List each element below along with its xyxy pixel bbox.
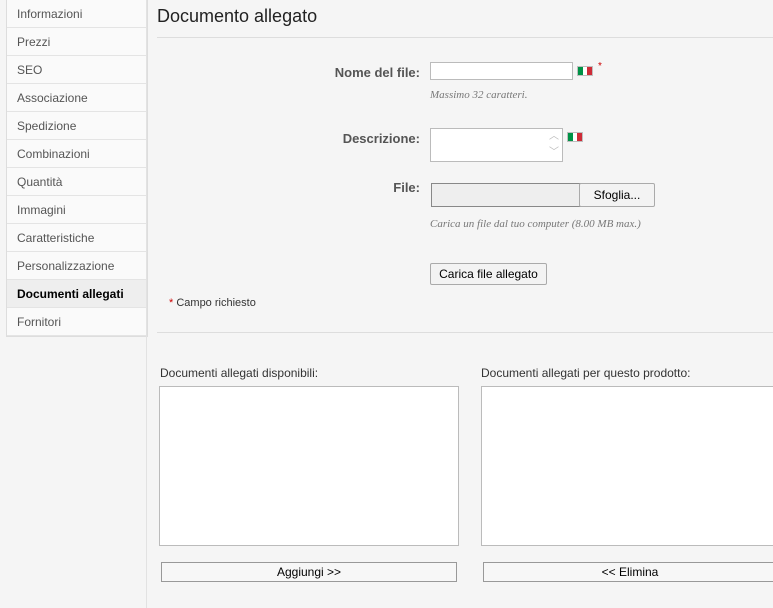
- description-textarea[interactable]: ︿ ﹀: [430, 128, 563, 162]
- sidebar-item-quantita[interactable]: Quantità: [7, 168, 147, 196]
- sidebar-item-prezzi[interactable]: Prezzi: [7, 28, 147, 56]
- main-panel: Documento allegato Nome del file: * Mass…: [147, 0, 773, 608]
- description-label: Descrizione:: [342, 131, 420, 146]
- file-hint: Carica un file dal tuo computer (8.00 MB…: [430, 218, 641, 230]
- filename-input[interactable]: [430, 62, 573, 80]
- required-field-note: * Campo richiesto: [169, 297, 256, 309]
- sidebar-item-combinazioni[interactable]: Combinazioni: [7, 140, 147, 168]
- sidebar-item-spedizione[interactable]: Spedizione: [7, 112, 147, 140]
- sidebar-item-documenti-allegati[interactable]: Documenti allegati: [7, 280, 147, 308]
- filename-label: Nome del file:: [334, 65, 420, 80]
- sidebar-item-caratteristiche[interactable]: Caratteristiche: [7, 224, 147, 252]
- upload-attachment-button[interactable]: Carica file allegato: [430, 263, 547, 285]
- file-path-field[interactable]: [431, 183, 581, 207]
- available-attachments-label: Documenti allegati disponibili:: [160, 366, 319, 380]
- sidebar-item-personalizzazione[interactable]: Personalizzazione: [7, 252, 147, 280]
- product-tabs-sidebar: Informazioni Prezzi SEO Associazione Spe…: [6, 0, 148, 337]
- add-attachment-button[interactable]: Aggiungi >>: [161, 562, 457, 582]
- file-label: File:: [393, 180, 420, 195]
- section-divider: [157, 332, 773, 333]
- required-star: *: [169, 297, 174, 309]
- product-attachments-list[interactable]: [481, 386, 773, 546]
- sidebar-item-seo[interactable]: SEO: [7, 56, 147, 84]
- scroll-down-icon[interactable]: ﹀: [548, 147, 560, 159]
- scroll-up-icon[interactable]: ︿: [548, 131, 560, 143]
- filename-hint: Massimo 32 caratteri.: [430, 89, 528, 101]
- product-attachments-label: Documenti allegati per questo prodotto:: [481, 366, 691, 380]
- title-divider: [157, 37, 773, 38]
- required-star: *: [598, 61, 602, 72]
- italian-flag-icon[interactable]: [577, 66, 593, 76]
- page-title: Documento allegato: [157, 6, 318, 26]
- sidebar-item-informazioni[interactable]: Informazioni: [7, 0, 147, 28]
- remove-attachment-button[interactable]: << Elimina: [483, 562, 773, 582]
- required-note-text: Campo richiesto: [176, 297, 256, 309]
- browse-button[interactable]: Sfoglia...: [579, 183, 655, 207]
- sidebar-item-associazione[interactable]: Associazione: [7, 84, 147, 112]
- italian-flag-icon[interactable]: [567, 132, 583, 142]
- sidebar-item-immagini[interactable]: Immagini: [7, 196, 147, 224]
- available-attachments-list[interactable]: [159, 386, 459, 546]
- sidebar-item-fornitori[interactable]: Fornitori: [7, 308, 147, 336]
